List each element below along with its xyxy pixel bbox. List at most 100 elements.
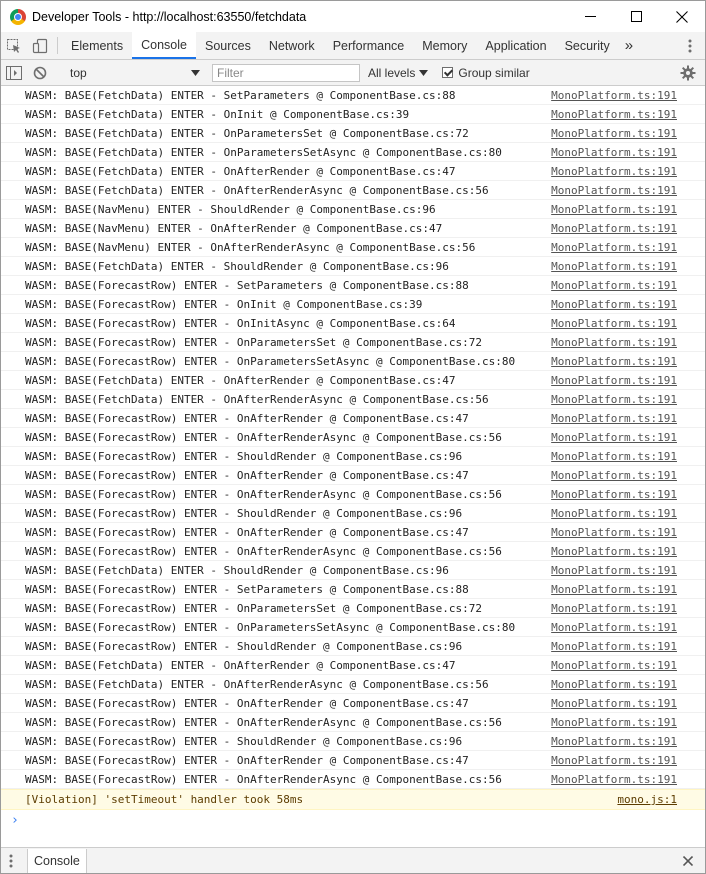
console-message: WASM: BASE(FetchData) ENTER - ShouldRend… — [1, 257, 705, 276]
source-link[interactable]: MonoPlatform.ts:191 — [551, 374, 705, 387]
source-link[interactable]: MonoPlatform.ts:191 — [551, 279, 705, 292]
console-message-text: WASM: BASE(ForecastRow) ENTER - OnAfterR… — [25, 696, 469, 710]
source-link[interactable]: MonoPlatform.ts:191 — [551, 602, 705, 615]
inspect-cursor-icon — [7, 38, 20, 53]
source-link[interactable]: MonoPlatform.ts:191 — [551, 336, 705, 349]
console-message: WASM: BASE(FetchData) ENTER - OnAfterRen… — [1, 181, 705, 200]
tab-console[interactable]: Console — [132, 32, 196, 59]
context-selector[interactable]: top — [64, 63, 204, 82]
source-link[interactable]: MonoPlatform.ts:191 — [551, 241, 705, 254]
source-link[interactable]: MonoPlatform.ts:191 — [551, 184, 705, 197]
more-tabs-button[interactable]: » — [619, 32, 639, 59]
source-link[interactable]: MonoPlatform.ts:191 — [551, 146, 705, 159]
log-levels-dropdown[interactable]: All levels — [368, 66, 429, 80]
drawer-menu-button[interactable] — [1, 854, 21, 868]
console-message: WASM: BASE(ForecastRow) ENTER - OnInit @… — [1, 295, 705, 314]
customize-menu-button[interactable] — [677, 32, 703, 59]
console-message: WASM: BASE(ForecastRow) ENTER - OnAfterR… — [1, 713, 705, 732]
console-message-text: WASM: BASE(FetchData) ENTER - OnAfterRen… — [25, 373, 456, 387]
tab-elements[interactable]: Elements — [62, 32, 132, 59]
source-link[interactable]: MonoPlatform.ts:191 — [551, 621, 705, 634]
console-message: WASM: BASE(FetchData) ENTER - OnAfterRen… — [1, 656, 705, 675]
close-drawer-button[interactable] — [675, 856, 701, 866]
console-message-text: WASM: BASE(FetchData) ENTER - ShouldRend… — [25, 563, 449, 577]
console-message-text: WASM: BASE(FetchData) ENTER - SetParamet… — [25, 88, 456, 102]
source-link[interactable]: MonoPlatform.ts:191 — [551, 773, 705, 786]
clear-console-icon — [33, 66, 47, 79]
source-link[interactable]: MonoPlatform.ts:191 — [551, 450, 705, 463]
console-prompt[interactable]: › — [1, 810, 705, 830]
tab-memory[interactable]: Memory — [413, 32, 476, 59]
filter-input[interactable] — [212, 63, 360, 82]
console-message-text: WASM: BASE(ForecastRow) ENTER - SetParam… — [25, 278, 469, 292]
show-sidebar-button[interactable] — [1, 65, 27, 80]
source-link[interactable]: MonoPlatform.ts:191 — [551, 89, 705, 102]
close-window-button[interactable] — [659, 1, 705, 32]
console-message-text: WASM: BASE(FetchData) ENTER - OnAfterRen… — [25, 677, 489, 691]
drawer-tab-console[interactable]: Console — [27, 848, 87, 873]
tab-sources[interactable]: Sources — [196, 32, 260, 59]
devtools-window: Developer Tools - http://localhost:63550… — [0, 0, 706, 874]
source-link[interactable]: MonoPlatform.ts:191 — [551, 393, 705, 406]
source-link[interactable]: MonoPlatform.ts:191 — [551, 203, 705, 216]
source-link[interactable]: MonoPlatform.ts:191 — [551, 469, 705, 482]
tab-security[interactable]: Security — [556, 32, 619, 59]
console-message: WASM: BASE(ForecastRow) ENTER - OnAfterR… — [1, 751, 705, 770]
dropdown-arrow-icon — [419, 69, 429, 76]
console-message: WASM: BASE(FetchData) ENTER - OnAfterRen… — [1, 162, 705, 181]
console-message-text: WASM: BASE(ForecastRow) ENTER - OnParame… — [25, 620, 516, 634]
source-link[interactable]: MonoPlatform.ts:191 — [551, 488, 705, 501]
source-link[interactable]: MonoPlatform.ts:191 — [551, 735, 705, 748]
source-link[interactable]: MonoPlatform.ts:191 — [551, 412, 705, 425]
console-message: WASM: BASE(FetchData) ENTER - OnAfterRen… — [1, 675, 705, 694]
maximize-button[interactable] — [613, 1, 659, 32]
group-similar-toggle[interactable]: Group similar — [442, 66, 530, 80]
console-settings-button[interactable] — [675, 65, 701, 81]
source-link[interactable]: MonoPlatform.ts:191 — [551, 564, 705, 577]
source-link[interactable]: MonoPlatform.ts:191 — [551, 754, 705, 767]
sidebar-toggle-icon — [6, 65, 22, 80]
device-mode-icon — [32, 38, 48, 53]
console-message-text: WASM: BASE(ForecastRow) ENTER - OnAfterR… — [25, 544, 502, 558]
console-message: WASM: BASE(NavMenu) ENTER - OnAfterRende… — [1, 238, 705, 257]
device-toolbar-button[interactable] — [27, 32, 53, 59]
group-similar-checkbox[interactable] — [442, 67, 454, 78]
source-link[interactable]: MonoPlatform.ts:191 — [551, 716, 705, 729]
console-message-text: WASM: BASE(ForecastRow) ENTER - OnAfterR… — [25, 753, 469, 767]
source-link[interactable]: MonoPlatform.ts:191 — [551, 507, 705, 520]
source-link[interactable]: MonoPlatform.ts:191 — [551, 431, 705, 444]
console-message: WASM: BASE(ForecastRow) ENTER - OnInitAs… — [1, 314, 705, 333]
source-link[interactable]: MonoPlatform.ts:191 — [551, 526, 705, 539]
source-link[interactable]: MonoPlatform.ts:191 — [551, 127, 705, 140]
console-toolbar: top All levels Group similar — [1, 60, 705, 86]
console-message: WASM: BASE(ForecastRow) ENTER - OnParame… — [1, 599, 705, 618]
source-link[interactable]: MonoPlatform.ts:191 — [551, 659, 705, 672]
console-message-text: WASM: BASE(NavMenu) ENTER - ShouldRender… — [25, 202, 436, 216]
source-link[interactable]: MonoPlatform.ts:191 — [551, 165, 705, 178]
tab-network[interactable]: Network — [260, 32, 324, 59]
source-link[interactable]: mono.js:1 — [617, 793, 705, 806]
minimize-button[interactable] — [567, 1, 613, 32]
source-link[interactable]: MonoPlatform.ts:191 — [551, 260, 705, 273]
console-message-text: WASM: BASE(ForecastRow) ENTER - OnAfterR… — [25, 525, 469, 539]
clear-console-button[interactable] — [27, 66, 53, 80]
source-link[interactable]: MonoPlatform.ts:191 — [551, 108, 705, 121]
console-message-text: WASM: BASE(FetchData) ENTER - OnAfterRen… — [25, 164, 456, 178]
source-link[interactable]: MonoPlatform.ts:191 — [551, 317, 705, 330]
panel-tab-bar: Elements Console Sources Network Perform… — [1, 32, 705, 60]
source-link[interactable]: MonoPlatform.ts:191 — [551, 545, 705, 558]
source-link[interactable]: MonoPlatform.ts:191 — [551, 640, 705, 653]
inspect-element-button[interactable] — [1, 32, 27, 59]
source-link[interactable]: MonoPlatform.ts:191 — [551, 298, 705, 311]
source-link[interactable]: MonoPlatform.ts:191 — [551, 583, 705, 596]
console-message: WASM: BASE(ForecastRow) ENTER - OnAfterR… — [1, 428, 705, 447]
tab-performance[interactable]: Performance — [324, 32, 414, 59]
source-link[interactable]: MonoPlatform.ts:191 — [551, 222, 705, 235]
tab-application[interactable]: Application — [476, 32, 555, 59]
source-link[interactable]: MonoPlatform.ts:191 — [551, 678, 705, 691]
console-message-text: WASM: BASE(ForecastRow) ENTER - OnAfterR… — [25, 468, 469, 482]
source-link[interactable]: MonoPlatform.ts:191 — [551, 697, 705, 710]
source-link[interactable]: MonoPlatform.ts:191 — [551, 355, 705, 368]
console-message-text: WASM: BASE(FetchData) ENTER - OnAfterRen… — [25, 658, 456, 672]
console-message: WASM: BASE(NavMenu) ENTER - OnAfterRende… — [1, 219, 705, 238]
